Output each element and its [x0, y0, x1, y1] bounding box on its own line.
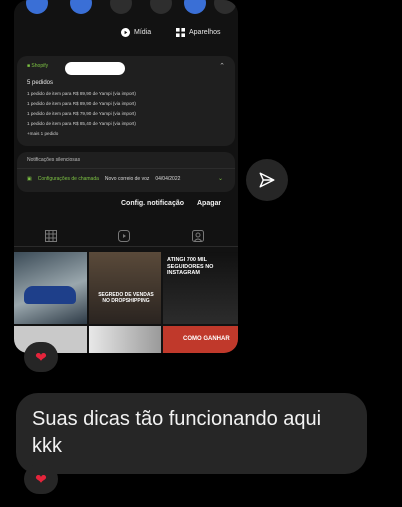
call-settings-icon: ▣	[27, 176, 32, 182]
profile-tabs	[14, 230, 238, 247]
post-caption: ATINGI 700 MIL SEGUIDORES NO INSTAGRAM	[167, 257, 214, 276]
notification-actions: Config. notificação Apagar	[14, 200, 238, 212]
reels-icon	[118, 230, 130, 242]
notification-settings-button: Config. notificação	[121, 200, 184, 207]
tagged-icon	[192, 230, 204, 242]
notification-title: 5 pedidos	[27, 80, 54, 86]
chevron-up-icon: ⌃	[219, 63, 225, 70]
media-button: Mídia	[121, 28, 151, 37]
silent-notifications: Notificações silenciosas ▣ Configurações…	[17, 152, 235, 192]
devices-button: Aparelhos	[176, 28, 221, 37]
shopify-notification: ■ Shopify ⌃ 5 pedidos 1 pedido de item p…	[17, 56, 235, 146]
devices-icon	[176, 28, 185, 37]
post-thumbnail: ATINGI 700 MIL SEGUIDORES NO INSTAGRAM	[163, 252, 238, 324]
wifi-toggle-icon	[26, 0, 48, 14]
heart-reaction[interactable]: ❤	[24, 464, 58, 494]
shared-screenshot[interactable]: Mídia Aparelhos ■ Shopify ⌃ 5 pedidos 1 …	[14, 0, 238, 353]
voicemail-notification: ▣ Configurações de chamada Novo correio …	[27, 176, 180, 182]
divider	[17, 168, 235, 169]
grid-icon	[45, 230, 57, 242]
rotate-toggle-icon	[110, 0, 132, 14]
post-caption: COMO GANHAR	[183, 336, 230, 342]
quick-settings-row	[14, 0, 238, 16]
send-icon	[259, 172, 275, 188]
order-line: 1 pedido de item para R$ 85,40 de Yampi …	[27, 121, 136, 126]
silent-label: Notificações silenciosas	[27, 157, 81, 163]
sound-toggle-icon	[70, 0, 92, 14]
post-thumbnail	[14, 252, 87, 324]
shopify-bag-icon: ■	[27, 63, 31, 69]
devices-label: Aparelhos	[189, 29, 221, 36]
more-orders: +mais 1 pedido	[27, 131, 59, 136]
location-toggle-icon	[214, 0, 236, 14]
flashlight-toggle-icon	[150, 0, 172, 14]
heart-icon: ❤	[35, 470, 47, 487]
media-label: Mídia	[134, 29, 152, 36]
car-shape	[24, 286, 76, 304]
order-line: 1 pedido de item para R$ 89,90 de Yampi …	[27, 91, 136, 96]
media-bar: Mídia Aparelhos	[14, 28, 238, 42]
voicemail-date: 04/04/2022	[155, 176, 181, 182]
share-button[interactable]	[246, 159, 288, 201]
message-text: Suas dicas tão funcionando aqui kkk	[32, 408, 322, 457]
bluetooth-toggle-icon	[184, 0, 206, 14]
clear-button: Apagar	[197, 200, 222, 207]
redacted-store-name	[65, 62, 125, 75]
post-thumbnail	[89, 326, 161, 353]
voicemail-text: Novo correio de voz	[104, 176, 150, 182]
post-thumbnail: SEGREDO DE VENDAS NO DROPSHIPPING	[89, 252, 161, 324]
heart-icon: ❤	[35, 348, 47, 365]
notification-app-name: ■ Shopify	[27, 63, 49, 69]
message-bubble[interactable]: Suas dicas tão funcionando aqui kkk	[16, 393, 367, 474]
call-settings-app: Configurações de chamada	[37, 176, 99, 182]
order-line: 1 pedido de item para R$ 79,90 de Yampi …	[27, 111, 136, 116]
post-grid: SEGREDO DE VENDAS NO DROPSHIPPING ATINGI…	[14, 252, 238, 353]
post-caption: SEGREDO DE VENDAS NO DROPSHIPPING	[98, 292, 154, 304]
order-line: 1 pedido de item para R$ 89,90 de Yampi …	[27, 101, 136, 106]
play-icon	[121, 28, 130, 37]
chevron-down-icon: ⌄	[217, 176, 223, 182]
post-thumbnail: COMO GANHAR	[163, 326, 238, 353]
heart-reaction[interactable]: ❤	[24, 342, 58, 372]
